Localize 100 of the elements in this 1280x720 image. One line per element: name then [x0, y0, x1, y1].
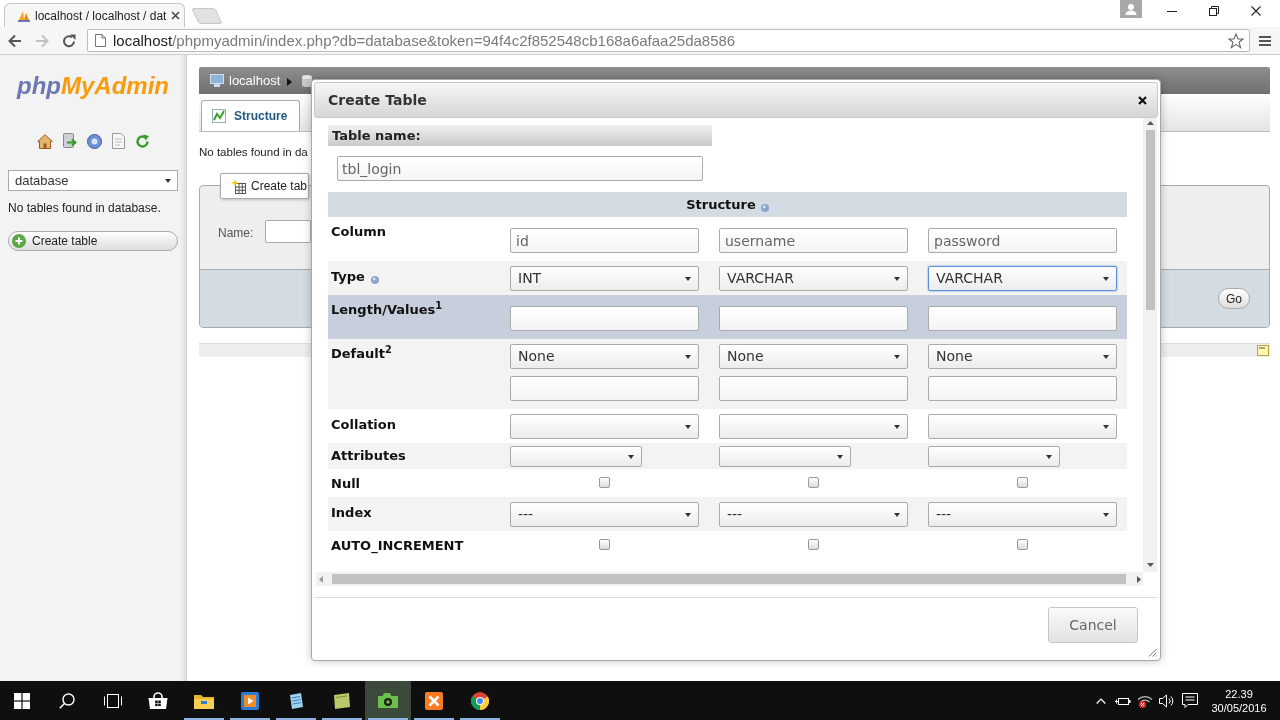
tab[interactable]: Structure — [201, 100, 301, 131]
scroll-down-arrow-icon[interactable] — [1146, 563, 1154, 567]
caret-icon — [1046, 454, 1052, 459]
scroll-left-arrow-icon[interactable] — [319, 575, 323, 583]
table-name-field[interactable]: tbl_login — [337, 156, 703, 181]
dropdown[interactable] — [719, 414, 908, 439]
text-field[interactable]: password — [928, 228, 1117, 253]
address-field[interactable]: localhost/phpmyadmin/index.php?db=database&token=94f4c2f852548cb168a6afaa25da8586 — [87, 29, 1250, 52]
text-field[interactable] — [719, 306, 908, 331]
reload-icon[interactable] — [62, 33, 76, 48]
caret-icon — [1103, 512, 1109, 517]
database-dropdown[interactable]: database — [8, 170, 178, 191]
close-icon[interactable] — [171, 11, 181, 20]
dropdown[interactable] — [510, 446, 642, 467]
caret-icon — [894, 276, 900, 281]
menu-icon[interactable] — [1259, 34, 1271, 47]
caret-icon — [1103, 354, 1109, 359]
breadcrumb-link[interactable]: localhost — [229, 70, 281, 91]
dropdown[interactable]: --- — [719, 502, 908, 527]
task-view-icon[interactable] — [103, 693, 122, 708]
caret-icon — [685, 354, 691, 359]
scrollbar-thumb[interactable] — [332, 574, 1126, 584]
checkbox[interactable] — [808, 539, 819, 550]
vertical-scrollbar[interactable] — [1143, 118, 1157, 572]
minimize-icon[interactable] — [1167, 10, 1177, 12]
camera-icon — [378, 693, 398, 708]
wifi-error-icon[interactable] — [1137, 693, 1153, 708]
dropdown[interactable]: VARCHAR — [719, 266, 908, 291]
checkbox[interactable] — [1017, 477, 1028, 488]
bag-icon — [148, 692, 168, 709]
new-tab-button[interactable] — [191, 8, 223, 24]
help-icon[interactable] — [86, 133, 102, 149]
scrollbar-thumb[interactable] — [1145, 130, 1155, 310]
checkbox[interactable] — [808, 477, 819, 488]
server-icon — [210, 74, 224, 87]
chart-icon — [212, 109, 226, 123]
dropdown[interactable]: --- — [510, 502, 699, 527]
search-icon[interactable] — [59, 692, 75, 709]
cancel-button[interactable]: Cancel — [1048, 607, 1138, 643]
dropdown[interactable]: None — [928, 344, 1117, 369]
checkbox[interactable] — [599, 477, 610, 488]
windows-start-icon[interactable] — [14, 692, 30, 709]
dropdown[interactable]: None — [719, 344, 908, 369]
bookmark-star-icon[interactable] — [1228, 32, 1244, 49]
scroll-up-arrow-icon[interactable] — [1146, 121, 1154, 125]
go-button[interactable]: Go — [1218, 288, 1250, 309]
text-field[interactable] — [928, 376, 1117, 401]
note-icon[interactable] — [1257, 345, 1269, 356]
sticky-note-icon — [333, 692, 351, 709]
back-icon[interactable] — [8, 33, 22, 48]
help-icon[interactable] — [370, 276, 379, 284]
clock-time[interactable]: 22.39 — [1225, 686, 1253, 701]
name-field[interactable] — [265, 220, 312, 243]
notepad-icon — [287, 691, 305, 710]
empty-message: No tables found in da — [199, 145, 309, 159]
dropdown[interactable]: INT — [510, 266, 699, 291]
checkbox[interactable] — [1017, 539, 1028, 550]
text-field[interactable]: username — [719, 228, 908, 253]
phpmyadmin-logo[interactable]: phpMyAdmin — [17, 74, 169, 98]
checkbox[interactable] — [599, 539, 610, 550]
dropdown[interactable] — [510, 414, 699, 439]
field-label: Null — [331, 476, 361, 492]
dropdown[interactable]: VARCHAR — [928, 266, 1117, 291]
scroll-right-arrow-icon[interactable] — [1137, 575, 1141, 583]
home-icon[interactable] — [36, 133, 53, 149]
resize-grip-icon[interactable] — [1148, 648, 1157, 657]
profile-icon[interactable] — [1120, 0, 1142, 18]
document-icon[interactable] — [111, 133, 125, 149]
caret-icon — [685, 424, 691, 429]
dropdown[interactable]: None — [510, 344, 699, 369]
caret-icon — [894, 354, 900, 359]
text-field[interactable] — [510, 376, 699, 401]
caret-icon — [628, 454, 634, 459]
speaker-icon[interactable] — [1159, 693, 1175, 708]
caret-icon — [894, 512, 900, 517]
text-field[interactable] — [719, 376, 908, 401]
dropdown[interactable] — [928, 446, 1060, 467]
browser-tab[interactable]: localhost / localhost / dat — [4, 3, 185, 27]
close-icon[interactable] — [1251, 6, 1261, 16]
url-text: localhost/phpmyadmin/index.php?db=database&token=94f4c2f852548cb168a6afaa25da8586 — [113, 31, 736, 50]
dropdown[interactable]: --- — [928, 502, 1117, 527]
caret-icon — [1103, 424, 1109, 429]
clock-date[interactable]: 30/05/2016 — [1211, 700, 1267, 715]
create-table-button[interactable]: Create table — [8, 231, 178, 251]
help-icon[interactable] — [760, 204, 769, 212]
close-icon[interactable] — [1138, 95, 1147, 105]
text-field[interactable]: id — [510, 228, 699, 253]
dropdown[interactable] — [928, 414, 1117, 439]
field-label: Index — [331, 505, 372, 521]
name-label: Name: — [218, 225, 254, 242]
text-field[interactable] — [510, 306, 699, 331]
plus-icon — [12, 234, 26, 248]
chevron-up-icon[interactable] — [1096, 697, 1106, 704]
reload-icon[interactable] — [134, 133, 150, 149]
caret-icon — [837, 454, 843, 459]
horizontal-scrollbar[interactable] — [316, 572, 1143, 586]
restore-icon[interactable] — [1209, 6, 1219, 16]
dropdown[interactable] — [719, 446, 851, 467]
text-field[interactable] — [928, 306, 1117, 331]
notification-icon[interactable] — [1182, 693, 1198, 708]
